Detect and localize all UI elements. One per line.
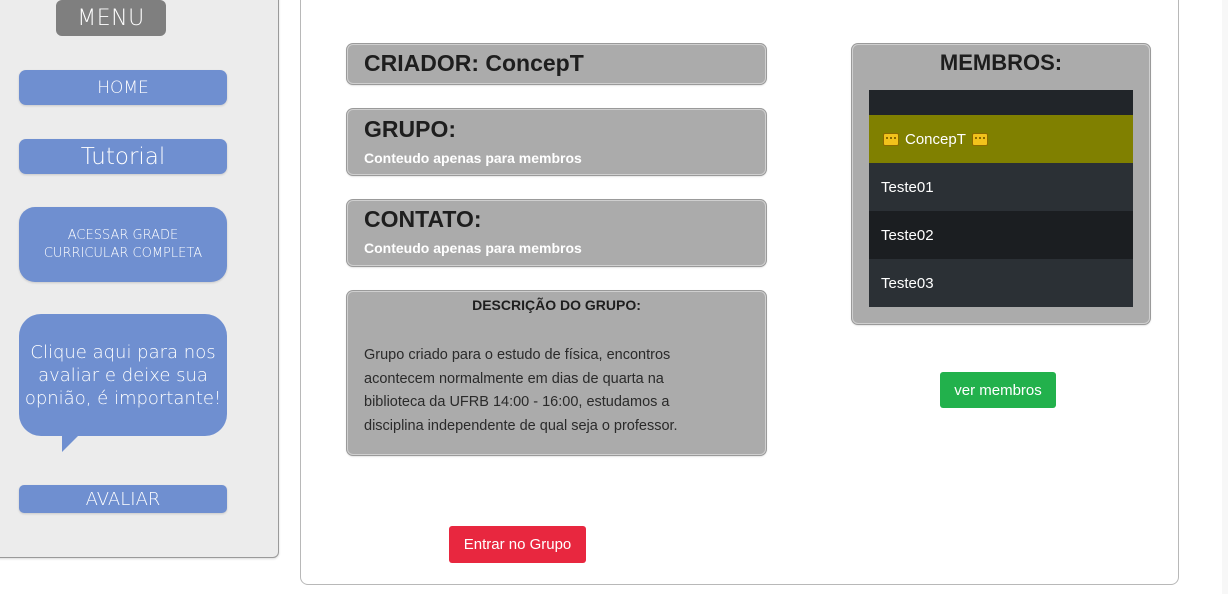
contact-heading: CONTATO: <box>364 206 482 232</box>
members-table-header <box>869 90 1133 115</box>
contact-box: CONTATO: Conteudo apenas para membros <box>347 200 766 266</box>
member-row-owner[interactable]: ConcepT <box>869 115 1133 163</box>
members-table: ConcepT Teste01 Teste02 Teste03 <box>869 90 1133 307</box>
group-box: GRUPO: Conteudo apenas para membros <box>347 109 766 175</box>
crown-icon <box>971 132 988 146</box>
feedback-speech-bubble: Clique aqui para nos avaliar e deixe sua… <box>19 314 227 436</box>
group-restricted-text: Conteudo apenas para membros <box>364 150 582 166</box>
curriculum-grade-button[interactable]: ACESSAR GRADE CURRICULAR COMPLETA <box>19 207 227 282</box>
member-name: Teste02 <box>881 226 934 244</box>
tutorial-button[interactable]: Tutorial <box>19 139 227 174</box>
crown-icon <box>883 132 899 146</box>
description-text: Grupo criado para o estudo de física, en… <box>364 347 678 434</box>
creator-heading: CRIADOR: ConcepT <box>364 50 584 76</box>
home-button[interactable]: HOME <box>19 70 227 105</box>
member-row[interactable]: Teste03 <box>869 259 1133 307</box>
member-row[interactable]: Teste02 <box>869 211 1133 259</box>
scrollbar-track[interactable] <box>1222 0 1228 594</box>
member-row[interactable]: Teste01 <box>869 163 1133 211</box>
join-group-button[interactable]: Entrar no Grupo <box>449 526 586 563</box>
creator-box: CRIADOR: ConcepT <box>347 44 766 84</box>
description-box: DESCRIÇÃO DO GRUPO: Grupo criado para o … <box>347 291 766 455</box>
group-heading: GRUPO: <box>364 116 456 142</box>
menu-title: MENU <box>56 0 166 36</box>
speech-bubble-tail <box>62 428 86 452</box>
view-members-button[interactable]: ver membros <box>940 372 1056 408</box>
members-panel: MEMBROS: ConcepT Teste01 Teste02 Teste03 <box>852 44 1150 324</box>
member-name: Teste01 <box>881 178 934 196</box>
member-name: Teste03 <box>881 274 934 292</box>
description-title: DESCRIÇÃO DO GRUPO: <box>472 297 641 313</box>
member-name: ConcepT <box>905 130 966 148</box>
rate-button[interactable]: AVALIAR <box>19 485 227 513</box>
members-title: MEMBROS: <box>939 50 1063 75</box>
contact-restricted-text: Conteudo apenas para membros <box>364 240 582 256</box>
